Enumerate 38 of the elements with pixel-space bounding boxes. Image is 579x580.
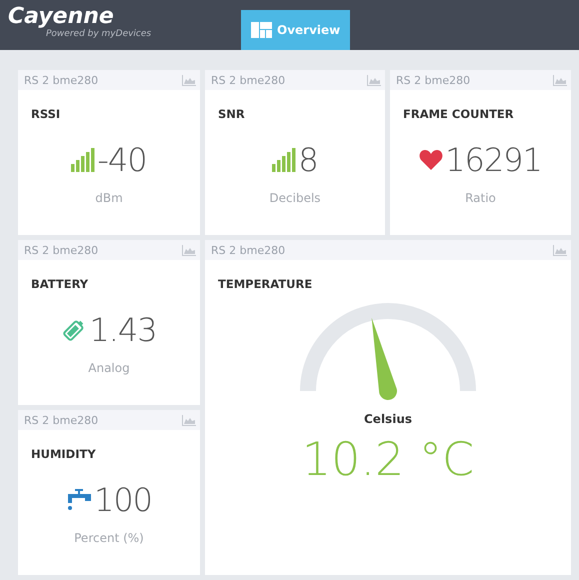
dashboard-icon [251, 22, 272, 38]
widget-value: -40 [97, 141, 147, 179]
widget-value: 1.43 [89, 311, 157, 349]
logo: Cayenne [8, 5, 114, 29]
area-chart-icon[interactable] [553, 74, 567, 86]
widget-title: RSSI [31, 107, 60, 121]
widget-title: SNR [218, 107, 245, 121]
device-name: RS 2 bme280 [24, 414, 98, 426]
unit-label: dBm [95, 191, 123, 205]
area-chart-icon[interactable] [182, 244, 196, 256]
signal-icon [71, 148, 96, 172]
device-name: RS 2 bme280 [24, 74, 98, 86]
device-name: RS 2 bme280 [24, 244, 98, 256]
widget-value: 10.2 °C [302, 432, 474, 486]
widget-value: 8 [298, 141, 318, 179]
heart-icon [419, 149, 444, 171]
unit-label: Percent (%) [74, 531, 144, 545]
widget-value: 100 [94, 481, 152, 519]
unit-label: Analog [88, 361, 130, 375]
widget-value: 16291 [445, 141, 542, 179]
overview-tab[interactable]: Overview [241, 10, 350, 50]
device-name: RS 2 bme280 [211, 244, 286, 256]
area-chart-icon[interactable] [553, 244, 567, 256]
signal-icon [272, 148, 296, 172]
device-name: RS 2 bme280 [396, 74, 470, 86]
unit-label: Decibels [269, 191, 321, 205]
area-chart-icon[interactable] [182, 414, 196, 426]
widget-title: HUMIDITY [31, 447, 96, 461]
device-name: RS 2 bme280 [211, 74, 286, 86]
widget-title: TEMPERATURE [218, 277, 312, 291]
unit-label: Celsius [364, 412, 412, 426]
area-chart-icon[interactable] [367, 74, 381, 86]
unit-label: Ratio [465, 191, 496, 205]
widget-title: BATTERY [31, 277, 88, 291]
tagline: Powered by myDevices [46, 29, 152, 39]
widget-title: FRAME COUNTER [403, 107, 514, 121]
faucet-icon [66, 488, 92, 512]
area-chart-icon[interactable] [182, 74, 196, 86]
